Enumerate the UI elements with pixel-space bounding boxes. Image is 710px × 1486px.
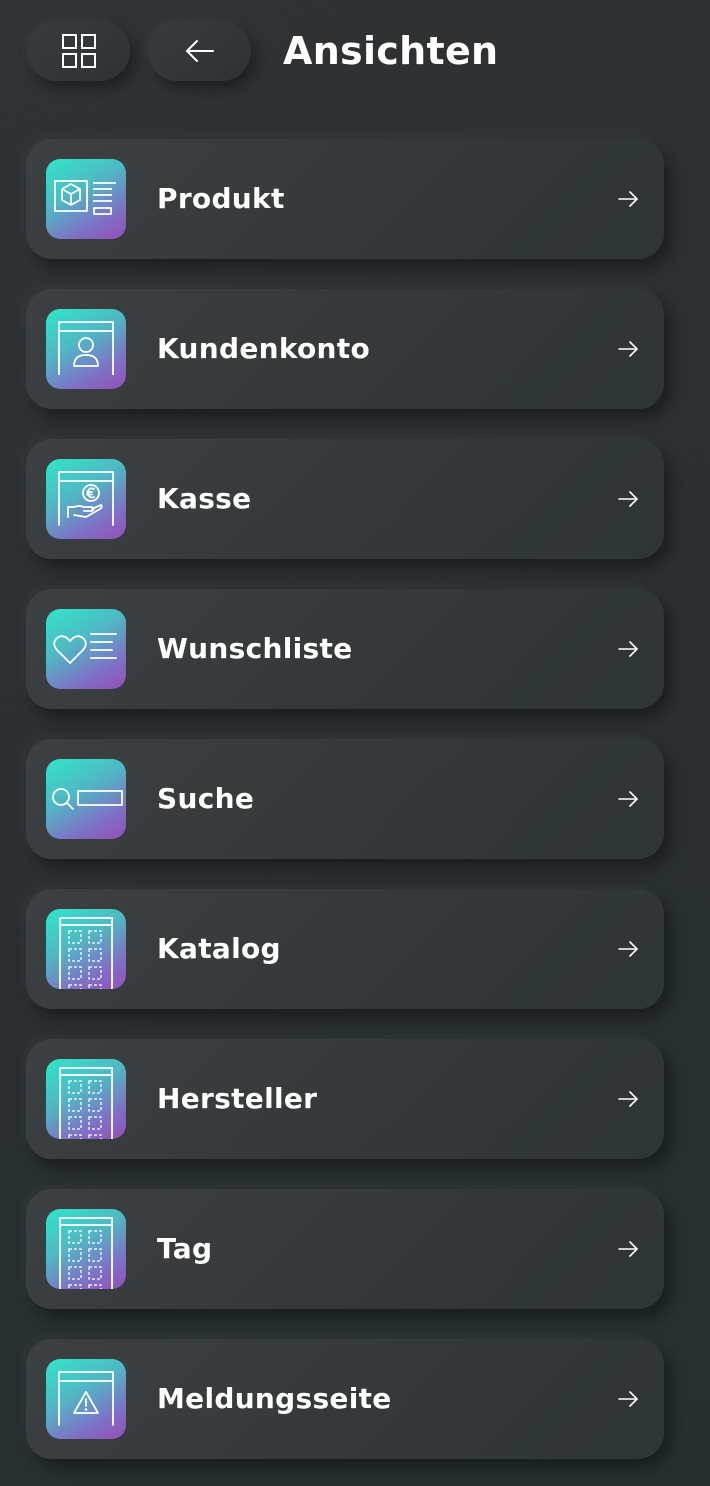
arrow-right-icon bbox=[618, 341, 638, 357]
product-icon bbox=[46, 159, 126, 239]
checkout-icon bbox=[46, 459, 126, 539]
list-item-tag[interactable]: Tag bbox=[26, 1189, 664, 1309]
notice-page-icon bbox=[46, 1359, 126, 1439]
arrow-right-icon bbox=[618, 191, 638, 207]
list-item-label: Hersteller bbox=[157, 1082, 318, 1115]
list-item-label: Suche bbox=[157, 782, 255, 815]
list-item-label: Katalog bbox=[157, 932, 281, 965]
arrow-right-icon bbox=[618, 941, 638, 957]
arrow-right-icon bbox=[618, 1241, 638, 1257]
wishlist-icon bbox=[46, 609, 126, 689]
arrow-right-icon bbox=[618, 1091, 638, 1107]
catalog-icon bbox=[46, 909, 126, 989]
tag-icon bbox=[46, 1209, 126, 1289]
arrow-right-icon bbox=[618, 791, 638, 807]
list-item-label: Kasse bbox=[157, 482, 252, 515]
arrow-right-icon bbox=[618, 491, 638, 507]
arrow-right-icon bbox=[618, 641, 638, 657]
list-item-hersteller[interactable]: Hersteller bbox=[26, 1039, 664, 1159]
manufacturer-icon bbox=[46, 1059, 126, 1139]
list-item-kasse[interactable]: Kasse bbox=[26, 439, 664, 559]
list-item-produkt[interactable]: Produkt bbox=[26, 139, 664, 259]
list-item-label: Meldungsseite bbox=[157, 1382, 392, 1415]
header: Ansichten bbox=[0, 0, 710, 104]
list-item-meldungsseite[interactable]: Meldungsseite bbox=[26, 1339, 664, 1459]
list-item-suche[interactable]: Suche bbox=[26, 739, 664, 859]
arrow-right-icon bbox=[618, 1391, 638, 1407]
list-item-label: Kundenkonto bbox=[157, 332, 370, 365]
list-item-label: Wunschliste bbox=[157, 632, 353, 665]
grid-menu-button[interactable] bbox=[27, 21, 130, 81]
search-icon bbox=[46, 759, 126, 839]
list-item-wunschliste[interactable]: Wunschliste bbox=[26, 589, 664, 709]
arrow-left-icon bbox=[185, 40, 214, 62]
customer-account-icon bbox=[46, 309, 126, 389]
back-button[interactable] bbox=[148, 21, 251, 81]
list-item-label: Produkt bbox=[157, 182, 285, 215]
list-item-katalog[interactable]: Katalog bbox=[26, 889, 664, 1009]
list-item-kundenkonto[interactable]: Kundenkonto bbox=[26, 289, 664, 409]
page-title: Ansichten bbox=[283, 29, 499, 73]
grid-icon bbox=[61, 34, 96, 68]
list-item-label: Tag bbox=[157, 1232, 213, 1265]
views-list: Produkt Kundenkonto Kasse Wunschliste Su… bbox=[26, 139, 664, 1486]
